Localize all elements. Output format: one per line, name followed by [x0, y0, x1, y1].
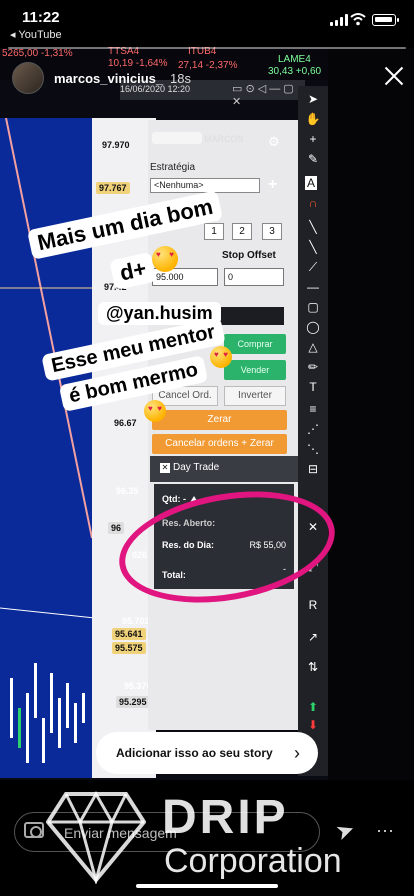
- arrow-tool-icon[interactable]: ↗: [305, 630, 321, 644]
- zero-button[interactable]: Zerar: [152, 410, 287, 430]
- close-icon[interactable]: [382, 64, 406, 88]
- channel-tool-icon[interactable]: ⊟: [305, 462, 321, 476]
- down-arrow-icon[interactable]: ⬇: [305, 718, 321, 732]
- price-tag: 97.767: [96, 182, 130, 194]
- status-bar: 11:22 ◂ YouTube: [0, 0, 414, 46]
- ticker-label-3: LAME4: [278, 54, 311, 65]
- story-progress-bar: [8, 47, 406, 49]
- price-tag: 96: [108, 522, 125, 534]
- chevron-right-icon: ›: [294, 743, 300, 763]
- candles: [10, 663, 85, 763]
- account-blur: [152, 132, 202, 144]
- ticker-left-value: 5265,00 -1,31%: [2, 48, 73, 59]
- wifi-icon: [350, 13, 366, 26]
- ticker-value-3: 30,43 +0,60: [268, 66, 322, 77]
- ellipse-tool-icon[interactable]: ◯: [305, 320, 321, 334]
- fibonacci-tool-icon[interactable]: ≡: [305, 402, 321, 416]
- ticker-value-2: 27,14 -2,37%: [178, 60, 238, 71]
- fan-tool-icon[interactable]: ⋰: [305, 422, 321, 436]
- qty-button-3[interactable]: 3: [262, 223, 282, 240]
- price-label: 95.702: [122, 616, 150, 626]
- qty-button-1[interactable]: 1: [204, 223, 224, 240]
- ray-tool-icon[interactable]: ╲: [305, 240, 321, 254]
- hand-tool-icon[interactable]: ✋: [305, 112, 321, 126]
- r-tool-icon[interactable]: R: [305, 598, 321, 612]
- text-style-icon[interactable]: A: [305, 176, 317, 190]
- back-to-youtube-link[interactable]: ◂ YouTube: [10, 28, 62, 41]
- stop-offset-input[interactable]: 0: [224, 268, 284, 286]
- fan-tool-2-icon[interactable]: ⋱: [305, 442, 321, 456]
- invert-button[interactable]: Inverter: [224, 386, 286, 406]
- stop-offset-label: Stop Offset: [222, 250, 276, 261]
- hline-tool-icon[interactable]: —: [305, 280, 321, 294]
- story-time-ago: 18s: [170, 71, 191, 86]
- window-controls-icon[interactable]: ▭ ⊙ ◁ — ▢ ✕: [232, 82, 305, 108]
- buy-market-button[interactable]: Comprar Mercado: [224, 334, 286, 369]
- story-username[interactable]: marcos_vinicius_: [54, 71, 163, 86]
- add-to-story-button[interactable]: Adicionar isso ao seu story ›: [96, 732, 318, 774]
- price-label: 96.67: [114, 418, 137, 428]
- battery-icon: [372, 14, 399, 26]
- cancel-and-zero-button[interactable]: Cancelar ordens + Zerar: [152, 434, 287, 454]
- triangle-tool-icon[interactable]: △: [305, 340, 321, 354]
- signal-icon: [330, 14, 348, 26]
- crosshair-tool-icon[interactable]: +: [305, 132, 321, 146]
- day-trade-checkbox[interactable]: ✕ Day Trade: [160, 462, 219, 473]
- magnet-icon[interactable]: ∩: [305, 196, 321, 210]
- cursor-tool-icon[interactable]: ➤: [305, 92, 321, 106]
- ticker-value-1: 10,19 -1,64%: [108, 58, 168, 69]
- add-strategy-button[interactable]: +: [268, 176, 277, 194]
- add-to-story-label: Adicionar isso ao seu story: [116, 746, 273, 760]
- watermark-drip: DRIP: [162, 791, 289, 844]
- price-tag: 95.575: [112, 642, 146, 654]
- drip-logo-diamond: [46, 790, 146, 884]
- qty-button-2[interactable]: 2: [232, 223, 252, 240]
- camera-icon[interactable]: [24, 822, 44, 838]
- day-trade-label: Day Trade: [173, 462, 220, 473]
- settings-icon[interactable]: ⚙: [268, 134, 280, 150]
- avatar[interactable]: [12, 62, 44, 94]
- swap-tool-icon[interactable]: ⇅: [305, 660, 321, 674]
- up-arrow-icon[interactable]: ⬆: [305, 700, 321, 714]
- sell-market-button[interactable]: Vender Mercado: [224, 360, 286, 395]
- heart-eyes-emoji-icon: [144, 400, 166, 422]
- heart-eyes-emoji-icon: [210, 346, 232, 368]
- price-label: 96.35: [116, 486, 139, 496]
- account-label[interactable]: MARCOS: [204, 134, 244, 144]
- rectangle-tool-icon[interactable]: ▢: [305, 300, 321, 314]
- price-label: 97.970: [102, 140, 130, 150]
- watermark-corporation: Corporation: [164, 842, 342, 880]
- trend-tool-icon[interactable]: ⟋: [305, 260, 321, 274]
- more-options-icon[interactable]: ···: [376, 820, 394, 841]
- line-tool-icon[interactable]: ╲: [305, 220, 321, 234]
- strategy-label: Estratégia: [150, 162, 196, 173]
- strategy-select[interactable]: <Nenhuma>: [150, 178, 260, 193]
- dark-background-right: [328, 48, 414, 780]
- price-tag: 95.641: [112, 628, 146, 640]
- heart-eyes-emoji-icon: [152, 246, 178, 272]
- edit-tool-icon[interactable]: ✎: [305, 152, 321, 166]
- home-indicator: [136, 884, 278, 888]
- price-tag: 95.295: [116, 696, 150, 708]
- pencil-tool-icon[interactable]: ✏: [305, 360, 321, 374]
- status-time: 11:22: [22, 9, 60, 26]
- text-tool-icon[interactable]: T: [305, 380, 321, 394]
